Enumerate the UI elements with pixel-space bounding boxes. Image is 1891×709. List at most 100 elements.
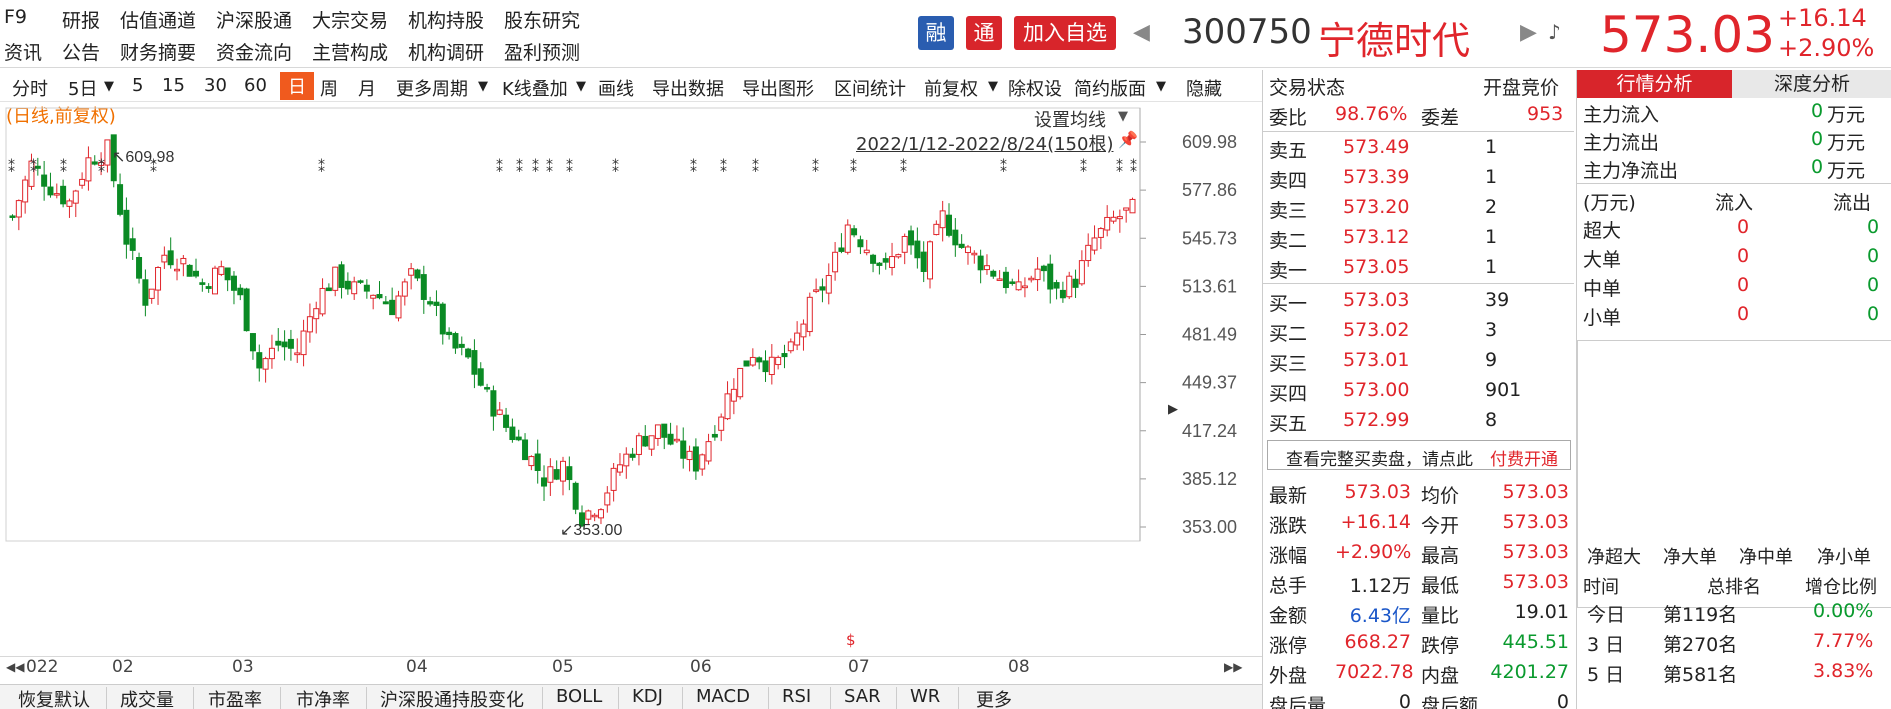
net-tab[interactable]: 净中单	[1739, 543, 1793, 569]
export-data-button[interactable]: 导出数据	[652, 75, 724, 101]
candle-body	[66, 200, 73, 207]
scroll-left-icon[interactable]: ◀◀	[6, 660, 24, 674]
nav-link[interactable]: 资讯	[4, 38, 42, 65]
tab-rsi[interactable]: RSI	[782, 686, 811, 707]
tab-pe[interactable]: 市盈率	[208, 686, 262, 709]
tab-market-analysis[interactable]: 行情分析	[1577, 70, 1732, 98]
chevron-down-icon[interactable]: ▼	[478, 79, 488, 94]
candle-body	[863, 249, 870, 254]
ex-rights-menu[interactable]: 除权设	[1008, 75, 1062, 101]
chevron-down-icon[interactable]: ▼	[988, 79, 998, 94]
candle-body	[509, 426, 516, 441]
chevron-down-icon[interactable]: ▼	[576, 79, 586, 94]
draw-line-button[interactable]: 画线	[598, 75, 634, 101]
period-intraday[interactable]: 分时	[12, 75, 48, 101]
tab-wr[interactable]: WR	[910, 686, 940, 707]
candle-body	[205, 286, 212, 289]
stat-label: 总手	[1269, 575, 1308, 597]
candle-body	[749, 356, 756, 366]
nav-link[interactable]: 盈利预测	[504, 38, 580, 65]
nav-link[interactable]: 公告	[62, 38, 100, 65]
period-day-active[interactable]: 日	[280, 72, 314, 100]
promo-link[interactable]: 付费开通	[1490, 445, 1558, 470]
nav-link[interactable]: 机构持股	[408, 6, 484, 33]
more-periods-menu[interactable]: 更多周期	[396, 75, 468, 101]
tab-volume[interactable]: 成交量	[120, 686, 174, 709]
net-tab[interactable]: 净大单	[1663, 543, 1717, 569]
candle-body	[971, 252, 978, 256]
hide-button[interactable]: 隐藏	[1186, 75, 1222, 101]
chevron-down-icon[interactable]: ▼	[104, 79, 114, 94]
period-week[interactable]: 周	[320, 75, 338, 101]
candle-body	[243, 288, 250, 332]
candle-body	[85, 157, 92, 182]
nav-link[interactable]: 大宗交易	[312, 6, 388, 33]
candle-body	[838, 247, 845, 252]
tab-depth-analysis[interactable]: 深度分析	[1732, 70, 1891, 98]
buy-level-row[interactable]: 买四 573.00 901	[1263, 376, 1574, 406]
flow-unit: 万元	[1827, 132, 1866, 154]
nav-link[interactable]: 机构调研	[408, 38, 484, 65]
tab-kdj[interactable]: KDJ	[632, 686, 663, 707]
nav-link[interactable]: 资金流向	[216, 38, 292, 65]
level-volume: 1	[1485, 226, 1498, 248]
chevron-down-icon[interactable]: ▼	[1156, 79, 1166, 94]
stat-value: 573.03	[1344, 481, 1411, 503]
low-marker: ↙353.00	[560, 522, 622, 539]
net-tab[interactable]: 净小单	[1817, 543, 1871, 569]
tab-macd[interactable]: MACD	[696, 686, 750, 707]
tab-pb[interactable]: 市净率	[296, 686, 350, 709]
next-stock-icon[interactable]: ▶	[1520, 20, 1537, 45]
buy-level-row[interactable]: 买一 573.03 39	[1263, 286, 1574, 316]
period-month[interactable]: 月	[358, 75, 376, 101]
order-size-label: 小单	[1583, 307, 1622, 329]
period-30min[interactable]: 30	[204, 75, 227, 96]
adjust-menu[interactable]: 前复权	[924, 75, 978, 101]
sell-level-row[interactable]: 卖四 573.39 1	[1263, 163, 1574, 193]
sell-level-row[interactable]: 卖五 573.49 1	[1263, 133, 1574, 163]
buy-level-row[interactable]: 买三 573.01 9	[1263, 346, 1574, 376]
sell-level-row[interactable]: 卖二 573.12 1	[1263, 223, 1574, 253]
tab-sar[interactable]: SAR	[844, 686, 881, 707]
tab-more[interactable]: 更多	[976, 686, 1012, 709]
export-image-button[interactable]: 导出图形	[742, 75, 814, 101]
scroll-right-icon[interactable]: ▶▶	[1224, 660, 1242, 674]
nav-link[interactable]: 股东研究	[504, 6, 580, 33]
net-tab[interactable]: 净超大	[1587, 543, 1641, 569]
prev-stock-icon[interactable]: ◀	[1133, 20, 1150, 45]
rank-col: 总排名	[1707, 577, 1761, 598]
sell-level-row[interactable]: 卖一 573.05 1	[1263, 253, 1574, 283]
nav-link[interactable]: 估值通道	[120, 6, 196, 33]
expand-icon[interactable]: ▶	[1168, 402, 1178, 417]
tab-restore-default[interactable]: 恢复默认	[18, 686, 90, 709]
tab-boll[interactable]: BOLL	[556, 686, 602, 707]
nav-link[interactable]: 主营构成	[312, 38, 388, 65]
nav-link[interactable]: 研报	[62, 6, 100, 33]
margin-trading-button[interactable]: 融	[918, 16, 954, 50]
stat-row: 涨幅 +2.90% 最高 573.03	[1263, 538, 1574, 568]
period-5min[interactable]: 5	[132, 75, 143, 96]
candle-body	[635, 435, 642, 455]
buy-level-row[interactable]: 买五 572.99 8	[1263, 406, 1574, 436]
nav-f9[interactable]: F9	[4, 6, 27, 28]
stock-connect-button[interactable]: 通	[966, 16, 1002, 50]
buy-level-row[interactable]: 买二 573.02 3	[1263, 316, 1574, 346]
tab-connect-holdings[interactable]: 沪深股通持股变化	[380, 686, 524, 709]
candle-body	[313, 308, 320, 320]
order-book-panel: 交易状态 开盘竞价 委比 98.76% 委差 953 卖五 573.49 1 卖四 57…	[1262, 70, 1574, 709]
layout-menu[interactable]: 简约版面	[1074, 75, 1146, 101]
nav-link[interactable]: 沪深股通	[216, 6, 292, 33]
sell-level-row[interactable]: 卖三 573.20 2	[1263, 193, 1574, 223]
period-5day[interactable]: 5日	[68, 75, 97, 101]
candle-body	[300, 330, 307, 356]
full-book-promo[interactable]: 查看完整买卖盘，请点此 付费开通	[1267, 440, 1571, 470]
period-60min[interactable]: 60	[244, 75, 267, 96]
add-watchlist-button[interactable]: 加入自选	[1014, 16, 1116, 50]
nav-link[interactable]: 财务摘要	[120, 38, 196, 65]
range-stats-button[interactable]: 区间统计	[834, 75, 906, 101]
kline-chart[interactable]: (日线,前复权) 设置均线 ▼ 2022/1/12-2022/8/24(150根…	[0, 102, 1262, 662]
candle-body	[1078, 260, 1085, 285]
kline-overlay-menu[interactable]: K线叠加	[502, 75, 568, 101]
period-15min[interactable]: 15	[162, 75, 185, 96]
bell-icon[interactable]: ♪	[1548, 20, 1561, 44]
